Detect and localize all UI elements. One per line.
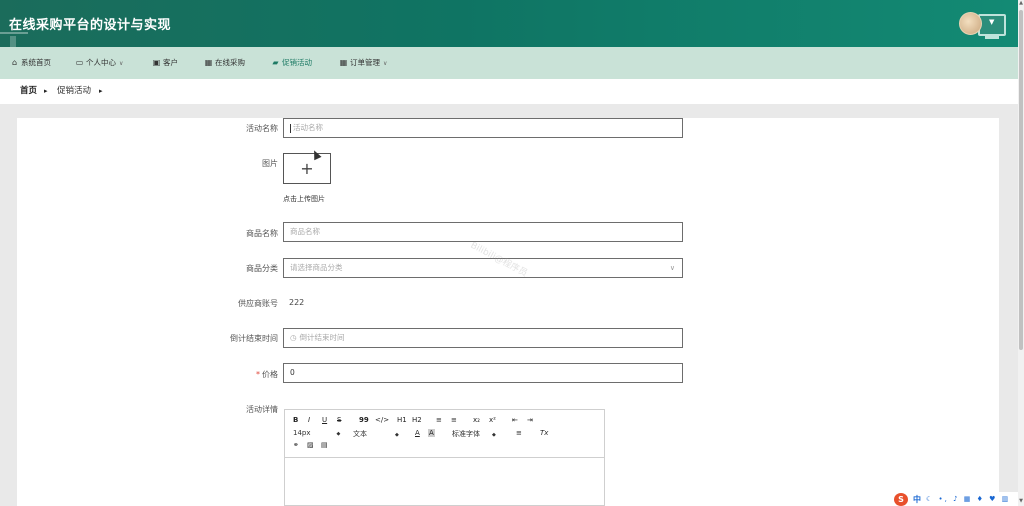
bullet-list-button[interactable]: ≡	[451, 416, 457, 424]
chevron-down-icon: ∨	[383, 60, 388, 67]
countdown-end-label: 倒计结束时间	[230, 334, 278, 343]
chevron-down-icon: ∨	[669, 264, 675, 272]
monitor-stand-decoration	[985, 36, 999, 39]
nav-item-label: 订单管理	[350, 58, 380, 67]
font-family-select[interactable]: 标准字体 ◆	[452, 429, 496, 439]
top-nav: ⌂ 系统首页 ▭ 个人中心 ∨ ▣ 客户 ▦ 在线采购 ▰ 促销活动 ▦ 订单管理 ∨	[0, 47, 1018, 79]
activity-name-placeholder: 活动名称	[293, 123, 323, 132]
subscript-button[interactable]: x₂	[473, 416, 480, 424]
home-icon: ⌂	[11, 58, 18, 67]
italic-button[interactable]: I	[308, 416, 310, 424]
app-title: 在线采购平台的设计与实现	[9, 18, 172, 33]
nav-item-label: 促销活动	[282, 58, 312, 67]
clear-format-button[interactable]: Tx	[540, 429, 548, 437]
breadcrumb-home[interactable]: 首页	[20, 79, 37, 104]
nav-item-label: 系统首页	[21, 58, 51, 67]
underline-button[interactable]: U	[322, 416, 327, 424]
heading1-button[interactable]: H1	[397, 416, 407, 424]
align-button[interactable]: ≡	[516, 429, 522, 437]
user-card-icon: ▭	[75, 58, 84, 67]
superscript-button[interactable]: x²	[489, 416, 496, 424]
background-color-button[interactable]: A	[428, 429, 435, 437]
font-size-value: 14px	[293, 429, 311, 437]
clock-icon: ◷	[290, 333, 297, 342]
ime-language[interactable]: 中	[913, 494, 921, 505]
select-caret-icon: ◆	[395, 432, 399, 438]
upload-tip: 点击上传图片	[283, 195, 325, 203]
price-input[interactable]: 0	[283, 363, 683, 383]
product-name-input[interactable]: 商品名称	[283, 222, 683, 242]
outdent-button[interactable]: ⇤	[512, 416, 518, 424]
blockquote-button[interactable]: 99	[359, 416, 369, 424]
chevron-right-icon: ▸	[99, 87, 103, 95]
bold-button[interactable]: B	[293, 416, 298, 424]
ime-logo-icon[interactable]: S	[894, 493, 908, 506]
activity-name-input[interactable]: 活动名称	[283, 118, 683, 138]
nav-item-label: 个人中心	[86, 58, 116, 67]
scroll-down-icon[interactable]: ▼	[1018, 498, 1024, 504]
nav-item-label: 客户	[163, 58, 178, 67]
chevron-down-icon: ∨	[119, 60, 124, 67]
ime-tool-icons[interactable]: ☾ •, ♪ ▦ ♦ ♥ ▥	[926, 495, 1010, 503]
details-label: 活动详情	[246, 405, 278, 414]
nav-item-customer[interactable]: ▣ 客户	[152, 47, 178, 79]
nav-item-online-purchase[interactable]: ▦ 在线采购	[204, 47, 245, 79]
nav-item-personal-center[interactable]: ▭ 个人中心 ∨	[75, 47, 124, 79]
plus-icon: +	[300, 159, 314, 178]
indent-button[interactable]: ⇥	[527, 416, 533, 424]
countdown-end-placeholder: 倒计结束时间	[299, 333, 345, 342]
nav-item-promotion[interactable]: ▰ 促销活动	[271, 47, 312, 79]
price-label: * 价格	[178, 369, 278, 380]
app-header: 在线采购平台的设计与实现 ▼	[0, 0, 1018, 47]
font-color-button[interactable]: A	[415, 429, 420, 437]
avatar-caret-icon[interactable]: ▼	[989, 18, 994, 26]
image-icon[interactable]: ▨	[307, 441, 314, 449]
product-name-placeholder: 商品名称	[290, 227, 320, 236]
breadcrumb: 首页 ▸ 促销活动 ▸	[0, 79, 1018, 104]
supplier-account-label: 供应商账号	[238, 299, 278, 308]
scroll-up-icon[interactable]: ▲	[1018, 0, 1024, 6]
code-block-button[interactable]: </>	[375, 416, 389, 424]
text-type-value: 文本	[353, 430, 367, 438]
page-scrollbar[interactable]: ▲ ▼	[1018, 0, 1024, 506]
briefcase-icon: ▰	[272, 58, 279, 67]
supplier-account-value: 222	[289, 298, 305, 307]
text-cursor	[290, 123, 291, 133]
grid-icon: ▦	[339, 58, 348, 67]
nav-item-order-management[interactable]: ▦ 订单管理 ∨	[339, 47, 388, 79]
nav-item-home[interactable]: ⌂ 系统首页	[10, 47, 51, 79]
link-icon[interactable]: ⚭	[293, 441, 299, 449]
video-icon[interactable]: ▤	[321, 441, 328, 449]
product-category-placeholder: 请选择商品分类	[290, 263, 343, 272]
product-category-label: 商品分类	[246, 264, 278, 273]
select-caret-icon: ◆	[336, 431, 341, 437]
product-category-select[interactable]: 请选择商品分类 ∨	[283, 258, 683, 278]
user-avatar[interactable]	[959, 12, 982, 35]
customer-icon: ▣	[152, 58, 161, 67]
scrollbar-thumb[interactable]	[1019, 10, 1023, 350]
required-mark: *	[256, 370, 260, 379]
breadcrumb-current: 促销活动	[57, 86, 92, 96]
product-name-label: 商品名称	[246, 229, 278, 238]
text-type-select[interactable]: 文本 ◆	[353, 429, 399, 439]
ime-toolbar: S 中 ☾ •, ♪ ▦ ♦ ♥ ▥	[891, 492, 1018, 506]
font-family-value: 标准字体	[452, 430, 480, 438]
rich-text-editor[interactable]: B I U S 99 </> H1 H2 ≡ ≡ x₂ x² ⇤ ⇥ 14px ◆…	[284, 409, 605, 506]
activity-name-label: 活动名称	[246, 124, 278, 133]
image-upload-button[interactable]: +	[283, 153, 331, 184]
price-value: 0	[290, 368, 295, 377]
nav-item-label: 在线采购	[215, 58, 245, 67]
header-decoration	[10, 36, 16, 47]
ordered-list-button[interactable]: ≡	[436, 416, 442, 424]
image-label: 图片	[262, 159, 278, 168]
price-label-text: 价格	[262, 370, 278, 379]
grid-icon: ▦	[204, 58, 213, 67]
chevron-right-icon: ▸	[44, 87, 48, 95]
select-caret-icon: ◆	[492, 432, 496, 438]
strike-button[interactable]: S	[337, 416, 341, 424]
editor-toolbar: B I U S 99 </> H1 H2 ≡ ≡ x₂ x² ⇤ ⇥ 14px ◆…	[285, 410, 604, 458]
heading2-button[interactable]: H2	[412, 416, 422, 424]
font-size-select[interactable]: 14px ◆	[293, 429, 340, 437]
countdown-end-datetime-picker[interactable]: ◷ 倒计结束时间	[283, 328, 683, 348]
